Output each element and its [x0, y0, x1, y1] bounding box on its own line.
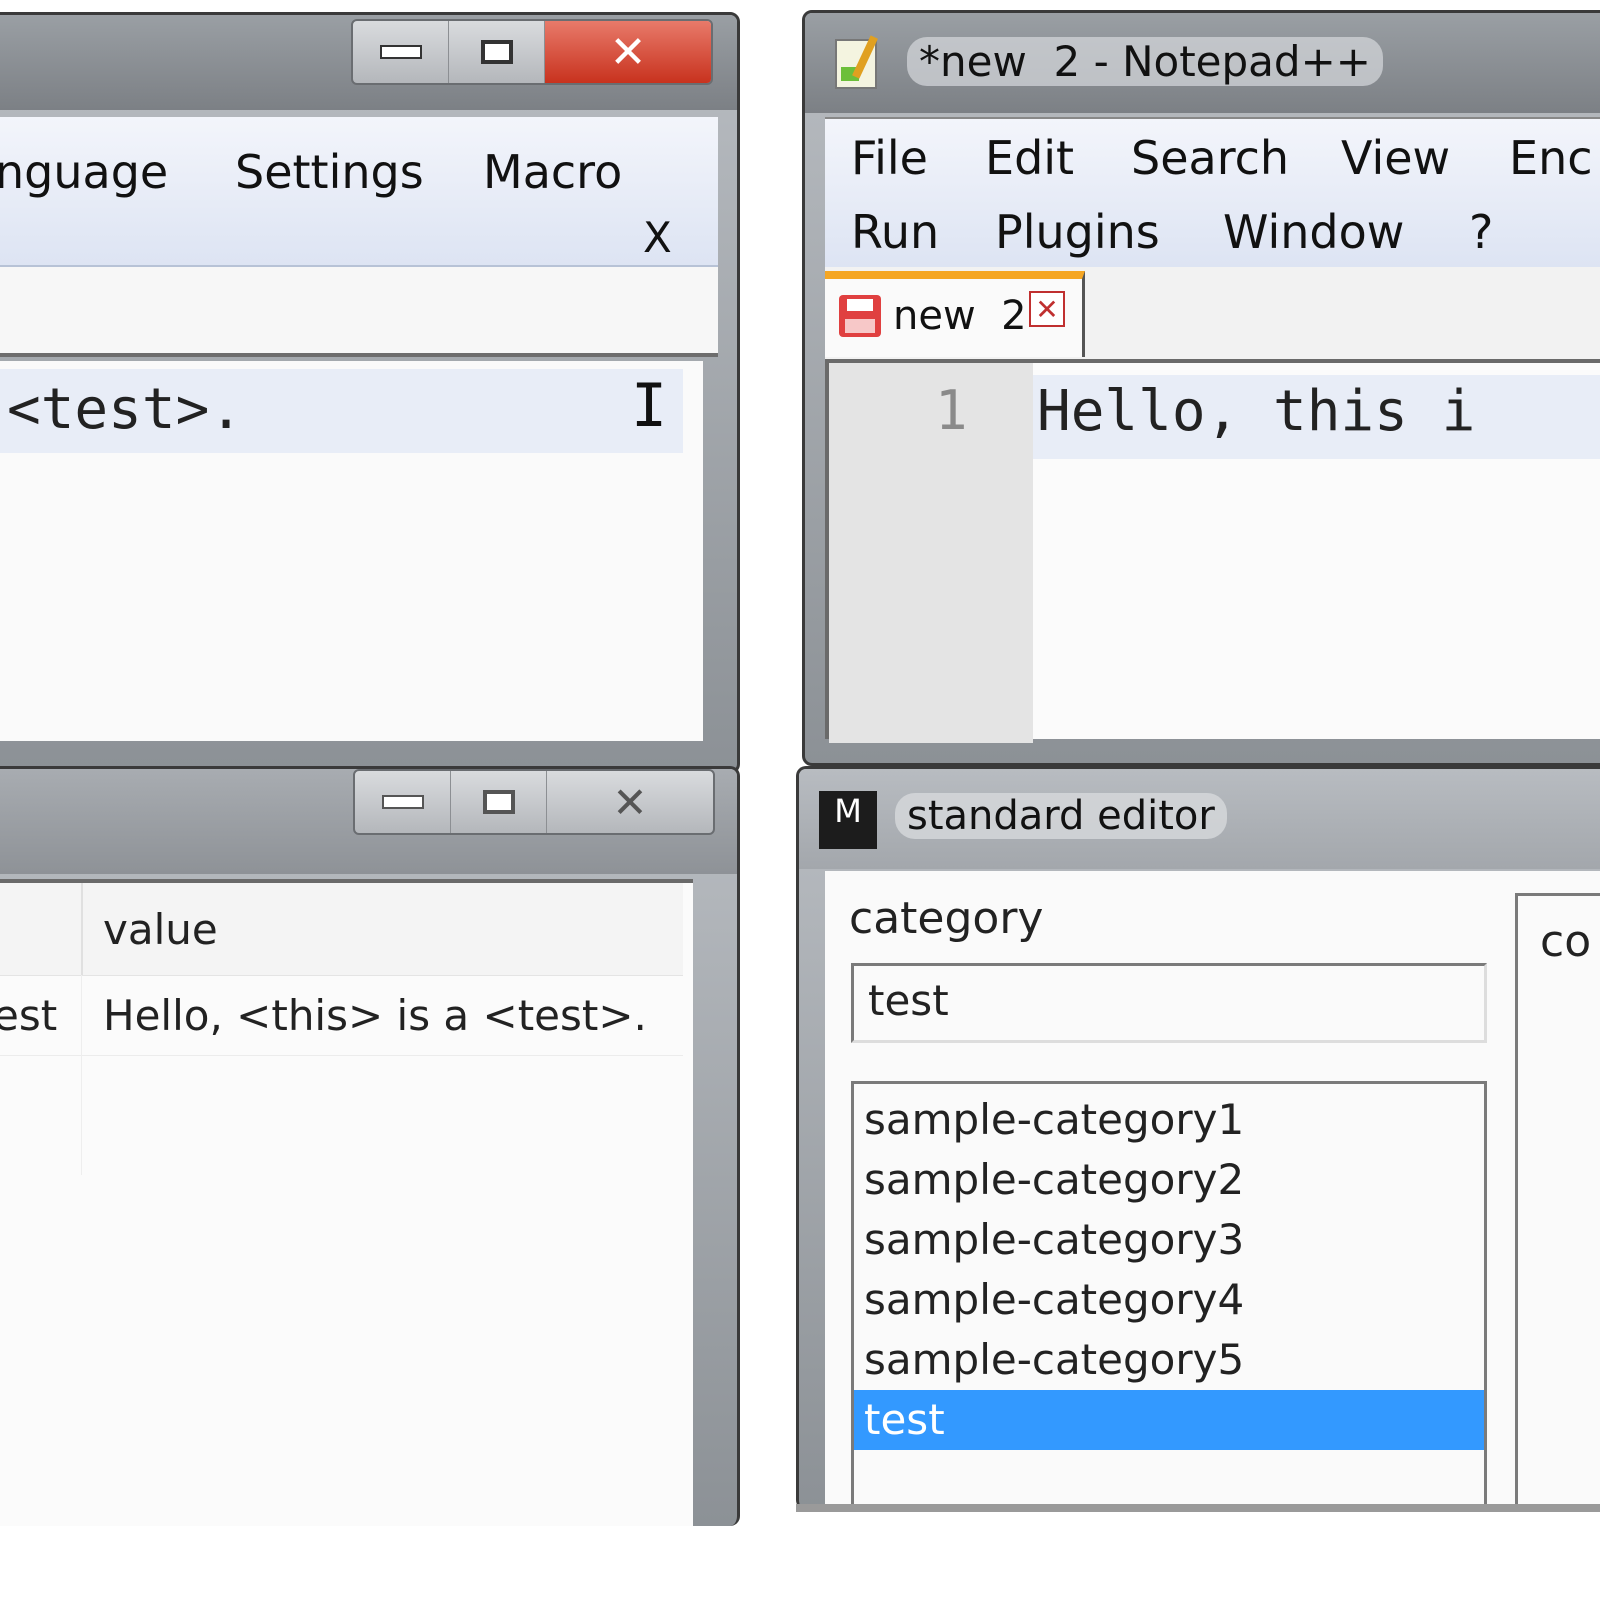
menu-encoding[interactable]: Enc: [1509, 131, 1593, 185]
list-item[interactable]: sample-category1: [854, 1090, 1484, 1150]
editor-body: category test sample-category1 sample-ca…: [825, 871, 1600, 1510]
cell-key: est: [0, 991, 58, 1040]
left-bottom-window: ✕ value est Hello, <this> is a <test>.: [0, 766, 740, 1526]
tab-new-2[interactable]: new 2 ✕: [825, 271, 1085, 357]
text-cursor-icon: I: [631, 371, 668, 441]
menu-language[interactable]: nguage: [0, 145, 168, 199]
maximize-button[interactable]: [449, 21, 545, 83]
line-number: 1: [935, 379, 968, 442]
list-item-selected[interactable]: test: [854, 1390, 1484, 1450]
cell-value: Hello, <this> is a <test>.: [103, 991, 647, 1040]
menu-search[interactable]: Search: [1131, 131, 1289, 185]
list-item[interactable]: sample-category3: [854, 1210, 1484, 1270]
table-container: value est Hello, <this> is a <test>.: [0, 879, 693, 1526]
standard-editor-window: M standard editor category test sample-c…: [796, 766, 1600, 1510]
editor-text: <test>.: [7, 377, 244, 442]
bottom-frame-edge: [796, 1504, 1600, 1512]
menu-bar: nguage Settings Macro X: [0, 117, 718, 267]
maximize-button[interactable]: [451, 771, 547, 833]
table-header: value: [0, 883, 683, 976]
minimize-icon: [381, 795, 424, 809]
menu-view[interactable]: View: [1341, 131, 1450, 185]
column-header-value[interactable]: value: [103, 905, 218, 954]
table-row[interactable]: est Hello, <this> is a <test>.: [0, 975, 683, 1175]
close-tab-icon[interactable]: ✕: [1029, 291, 1065, 327]
list-item[interactable]: sample-category2: [854, 1150, 1484, 1210]
close-button[interactable]: ✕: [547, 771, 713, 833]
category-input[interactable]: test: [851, 963, 1487, 1043]
menu-help[interactable]: ?: [1469, 205, 1493, 259]
close-document-icon[interactable]: X: [643, 213, 672, 262]
toolbar-area: [0, 267, 718, 357]
close-icon: ✕: [609, 26, 647, 78]
category-list[interactable]: sample-category1 sample-category2 sample…: [851, 1081, 1487, 1510]
notepad-window: *new 2 - Notepad++ File Edit Search View…: [802, 10, 1600, 766]
list-item[interactable]: sample-category5: [854, 1330, 1484, 1390]
window-title: standard editor: [895, 793, 1227, 839]
left-top-window: ✕ nguage Settings Macro X <test>. I: [0, 12, 740, 774]
menu-macro[interactable]: Macro: [483, 145, 622, 199]
category-label: category: [849, 893, 1044, 944]
editor-line-text: Hello, this i: [1037, 379, 1476, 444]
menu-edit[interactable]: Edit: [985, 131, 1074, 185]
menu-plugins[interactable]: Plugins: [995, 205, 1160, 259]
window-controls: ✕: [351, 19, 713, 85]
menu-settings[interactable]: Settings: [235, 145, 424, 199]
tab-bar: new 2 ✕: [825, 267, 1600, 359]
tab-label: new 2: [893, 293, 1027, 339]
editor-area[interactable]: 1 Hello, this i: [825, 359, 1600, 743]
app-icon-letter: M: [834, 792, 862, 830]
editor-area[interactable]: <test>. I: [0, 361, 703, 741]
close-icon: ✕: [612, 777, 648, 827]
list-item[interactable]: sample-category4: [854, 1270, 1484, 1330]
header-divider: [81, 883, 83, 975]
right-panel-label: co: [1540, 916, 1592, 967]
window-title: *new 2 - Notepad++: [907, 37, 1383, 86]
app-icon: M: [819, 791, 877, 849]
window-controls: ✕: [353, 769, 715, 835]
menu-window[interactable]: Window: [1223, 205, 1404, 259]
category-input-value: test: [868, 976, 949, 1025]
line-number-gutter: 1: [829, 363, 1033, 743]
column-divider: [81, 975, 82, 1175]
unsaved-file-icon: [839, 295, 881, 337]
menu-run[interactable]: Run: [851, 205, 939, 259]
notepad-app-icon: [835, 35, 878, 89]
maximize-icon: [480, 40, 513, 64]
maximize-icon: [482, 790, 515, 814]
minimize-button[interactable]: [355, 771, 451, 833]
close-button[interactable]: ✕: [545, 21, 711, 83]
right-panel: co: [1515, 893, 1600, 1510]
minimize-button[interactable]: [353, 21, 449, 83]
menu-bar: File Edit Search View Enc Run Plugins Wi…: [825, 117, 1600, 267]
menu-file[interactable]: File: [851, 131, 928, 185]
minimize-icon: [379, 45, 422, 59]
